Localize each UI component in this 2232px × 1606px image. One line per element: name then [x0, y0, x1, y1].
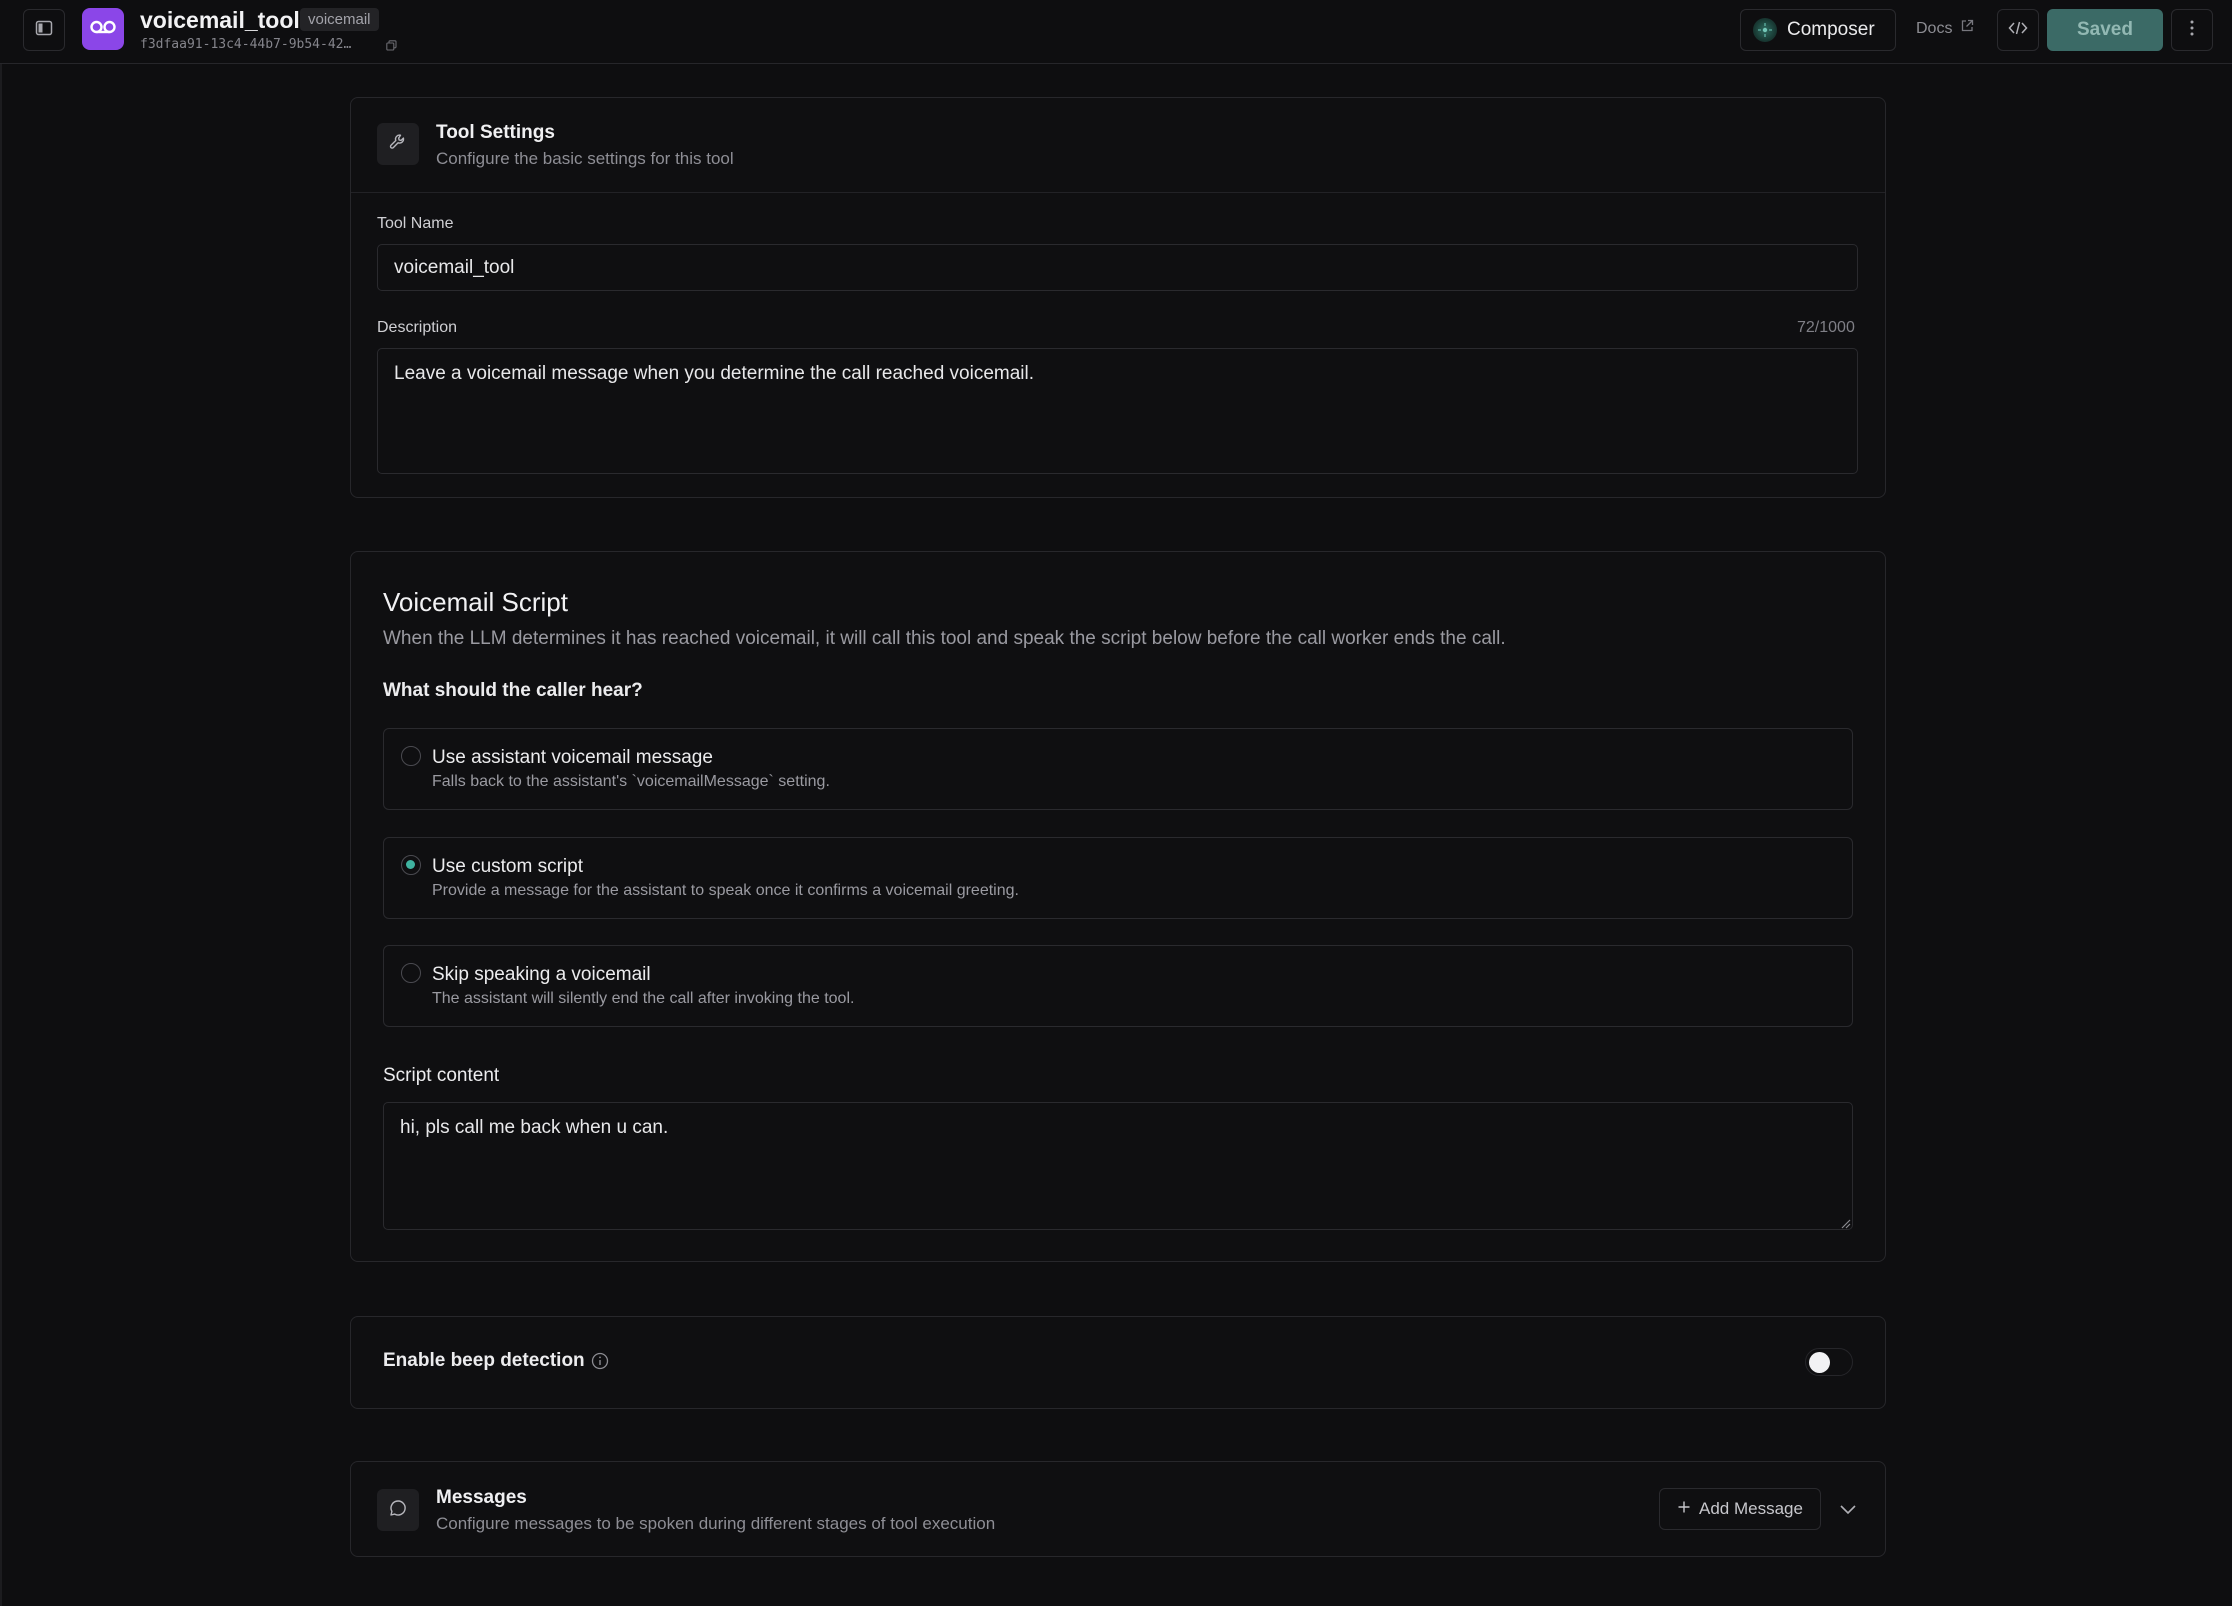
option-description: Falls back to the assistant's `voicemail… — [432, 773, 830, 790]
messages-card: Messages Configure messages to be spoken… — [350, 1461, 1886, 1557]
resize-handle-icon[interactable] — [1840, 1216, 1851, 1234]
docs-link[interactable]: Docs — [1916, 19, 1974, 38]
docs-label: Docs — [1916, 19, 1953, 37]
tool-id: f3dfaa91-13c4-44b7-9b54-42… — [140, 37, 352, 52]
option-description: Provide a message for the assistant to s… — [432, 882, 1019, 899]
code-view-button[interactable] — [1997, 9, 2039, 51]
code-icon — [2008, 20, 2028, 41]
plus-icon — [1677, 1499, 1691, 1519]
description-label: Description — [377, 319, 458, 336]
more-vertical-icon — [2190, 20, 2194, 41]
option-skip-voicemail[interactable]: Skip speaking a voicemail The assistant … — [383, 945, 1853, 1027]
copy-icon[interactable] — [386, 38, 397, 56]
messages-icon-box — [377, 1489, 419, 1531]
caller-hear-question: What should the caller hear? — [383, 680, 643, 701]
tool-type-avatar — [82, 8, 124, 50]
tool-name-label: Tool Name — [377, 215, 454, 232]
description-textarea[interactable]: Leave a voicemail message when you deter… — [377, 348, 1858, 474]
script-content-label: Script content — [383, 1065, 500, 1086]
left-edge — [0, 0, 2, 1606]
section-divider — [351, 192, 1885, 193]
tool-settings-icon-box — [377, 123, 419, 165]
messages-subtitle: Configure messages to be spoken during d… — [436, 1514, 996, 1533]
option-title: Use assistant voicemail message — [432, 747, 713, 768]
tool-settings-subtitle: Configure the basic settings for this to… — [436, 149, 734, 168]
composer-button[interactable]: Composer — [1740, 9, 1896, 51]
chevron-down-icon[interactable] — [1839, 1502, 1857, 1520]
option-title: Use custom script — [432, 856, 583, 877]
more-options-button[interactable] — [2171, 9, 2213, 51]
description-char-count: 72/1000 — [1797, 319, 1855, 336]
beep-detection-card: Enable beep detection — [350, 1316, 1886, 1409]
messages-title: Messages — [436, 1487, 527, 1508]
tool-name-input[interactable]: voicemail_tool — [377, 244, 1858, 291]
radio-assistant-voicemail[interactable] — [401, 746, 421, 766]
radio-custom-script[interactable] — [401, 855, 421, 875]
info-icon[interactable] — [591, 1352, 609, 1375]
beep-detection-toggle[interactable] — [1805, 1348, 1853, 1376]
voicemail-script-description: When the LLM determines it has reached v… — [383, 628, 1506, 649]
tool-type-badge: voicemail — [300, 8, 379, 31]
option-assistant-voicemail[interactable]: Use assistant voicemail message Falls ba… — [383, 728, 1853, 810]
composer-icon — [1753, 18, 1777, 42]
add-message-button[interactable]: Add Message — [1659, 1488, 1821, 1530]
sidebar-toggle-button[interactable] — [23, 9, 65, 51]
radio-skip-voicemail[interactable] — [401, 963, 421, 983]
wrench-icon — [388, 132, 408, 157]
composer-label: Composer — [1787, 19, 1875, 40]
tool-settings-title: Tool Settings — [436, 122, 555, 143]
add-message-label: Add Message — [1699, 1499, 1803, 1518]
chat-bubble-icon — [388, 1498, 408, 1523]
sidebar-toggle-icon — [35, 19, 53, 42]
tool-settings-card: Tool Settings Configure the basic settin… — [350, 97, 1886, 498]
tool-title: voicemail_tool — [140, 7, 300, 33]
top-bar: voicemail_tool voicemail f3dfaa91-13c4-4… — [0, 0, 2232, 64]
voicemail-icon — [89, 17, 117, 42]
option-custom-script[interactable]: Use custom script Provide a message for … — [383, 837, 1853, 919]
toggle-knob — [1809, 1352, 1830, 1373]
external-link-icon — [1960, 19, 1974, 38]
saved-button[interactable]: Saved — [2047, 9, 2163, 51]
option-title: Skip speaking a voicemail — [432, 964, 651, 985]
beep-detection-label: Enable beep detection — [383, 1350, 585, 1371]
voicemail-script-card: Voicemail Script When the LLM determines… — [350, 551, 1886, 1262]
script-content-textarea[interactable]: hi, pls call me back when u can. — [383, 1102, 1853, 1230]
option-description: The assistant will silently end the call… — [432, 990, 855, 1007]
voicemail-script-title: Voicemail Script — [383, 587, 568, 617]
